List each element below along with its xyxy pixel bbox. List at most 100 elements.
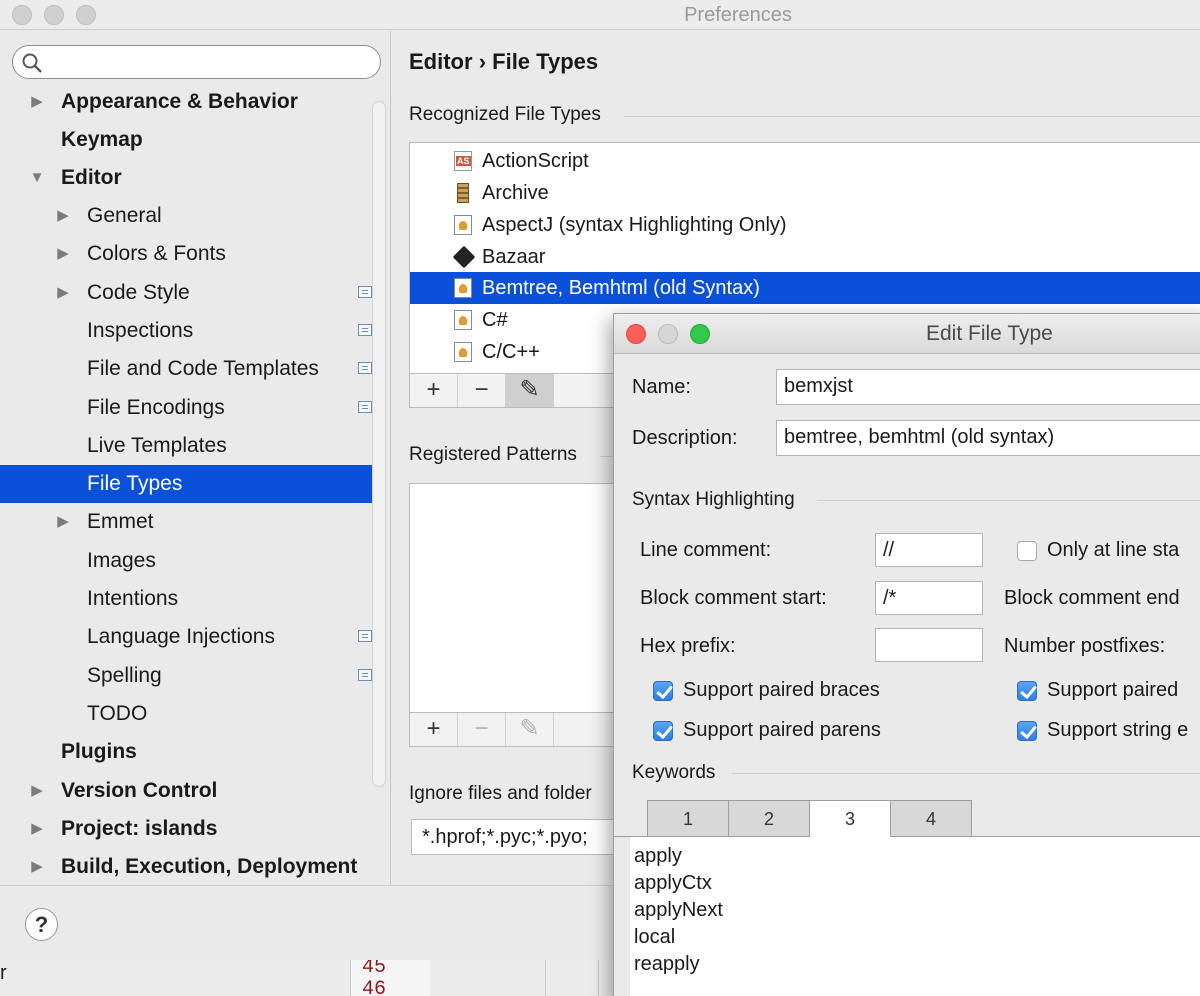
line-comment-field[interactable]: // — [875, 533, 983, 567]
ignore-files-label: Ignore files and folder — [409, 783, 592, 804]
keyword-item[interactable]: local — [634, 926, 675, 949]
breadcrumb-separator: › — [478, 49, 487, 74]
sidebar-item-label: Language Injections — [87, 625, 275, 648]
sidebar-item-emmet[interactable]: ▶ Emmet — [0, 503, 374, 541]
remove-file-type-button[interactable]: − — [458, 374, 506, 407]
registered-patterns-title: Registered Patterns — [409, 444, 577, 465]
breadcrumb: Editor › File Types — [409, 49, 598, 75]
name-field[interactable]: bemxjst — [776, 369, 1200, 405]
sidebar-item-keymap[interactable]: Keymap — [0, 121, 374, 159]
paired-braces-checkbox[interactable] — [653, 681, 673, 701]
sidebar-item-file-types[interactable]: File Types — [0, 465, 374, 503]
sidebar-item-label: Editor — [61, 166, 122, 189]
tab-keywords-1[interactable]: 1 — [647, 800, 729, 837]
list-item[interactable]: ActionScript — [410, 145, 1200, 177]
expand-arrow-icon[interactable]: ▶ — [54, 274, 72, 312]
keyword-item[interactable]: applyNext — [634, 899, 723, 922]
sidebar-item-plugins[interactable]: Plugins — [0, 733, 374, 771]
settings-search-input[interactable] — [12, 45, 381, 79]
sidebar-item-label: Appearance & Behavior — [61, 90, 298, 113]
list-item[interactable]: AspectJ (syntax Highlighting Only) — [410, 209, 1200, 241]
expand-arrow-icon[interactable]: ▶ — [28, 810, 46, 848]
breadcrumb-parent: Editor — [409, 49, 473, 74]
remove-pattern-button[interactable]: − — [458, 713, 506, 746]
only-at-line-start-label: Only at line sta — [1047, 539, 1180, 561]
window-title: Preferences — [684, 4, 792, 26]
edit-pattern-button[interactable]: ✎ — [506, 713, 554, 746]
sidebar-item-editor[interactable]: ▼ Editor — [0, 159, 374, 197]
sidebar-item-appearance[interactable]: ▶ Appearance & Behavior — [0, 83, 374, 121]
custom-file-icon — [454, 215, 472, 235]
sidebar-item-build[interactable]: ▶ Build, Execution, Deployment — [0, 848, 374, 886]
collapse-arrow-icon[interactable]: ▼ — [28, 159, 46, 197]
sidebar-item-colors-fonts[interactable]: ▶ Colors & Fonts — [0, 235, 374, 273]
dialog-titlebar: Edit File Type — [614, 314, 1200, 354]
actionscript-file-icon — [454, 151, 472, 171]
paired-parens-checkbox[interactable] — [653, 721, 673, 741]
file-type-label: ActionScript — [482, 150, 589, 172]
list-item[interactable]: Bazaar — [410, 241, 1200, 273]
zoom-dialog-button[interactable] — [690, 324, 710, 344]
add-file-type-button[interactable]: + — [410, 374, 458, 407]
tab-keywords-4[interactable]: 4 — [890, 800, 972, 837]
tab-keywords-2[interactable]: 2 — [728, 800, 810, 837]
list-item[interactable]: Archive — [410, 177, 1200, 209]
paired-braces-label: Support paired braces — [683, 679, 880, 701]
close-dialog-button[interactable] — [626, 324, 646, 344]
add-pattern-button[interactable]: + — [410, 713, 458, 746]
tab-keywords-3[interactable]: 3 — [809, 800, 891, 838]
sidebar-item-live-templates[interactable]: Live Templates — [0, 427, 374, 465]
sidebar-item-label: Images — [87, 549, 156, 572]
breadcrumb-current: File Types — [492, 49, 599, 74]
only-at-line-start-checkbox[interactable] — [1017, 541, 1037, 561]
help-button[interactable]: ? — [25, 908, 58, 941]
bazaar-icon — [452, 245, 476, 269]
keywords-list[interactable]: apply applyCtx applyNext local reapply — [630, 837, 1200, 996]
minimize-dialog-button[interactable] — [658, 324, 678, 344]
sidebar-item-file-encodings[interactable]: File Encodings — [0, 389, 374, 427]
custom-file-icon — [454, 342, 472, 362]
sidebar-item-label: Project: islands — [61, 817, 218, 840]
sidebar-item-todo[interactable]: TODO — [0, 695, 374, 733]
keyword-item[interactable]: apply — [634, 845, 682, 868]
sidebar-item-code-style[interactable]: ▶ Code Style — [0, 274, 374, 312]
sidebar-item-label: Spelling — [87, 664, 162, 687]
list-item-selected[interactable]: Bemtree, Bemhtml (old Syntax) — [410, 272, 1200, 304]
sidebar-item-version-control[interactable]: ▶ Version Control — [0, 772, 374, 810]
file-type-label: Bazaar — [482, 246, 546, 268]
file-type-label: C# — [482, 309, 508, 331]
edit-file-type-button[interactable]: ✎ — [506, 374, 554, 407]
file-type-label: AspectJ (syntax Highlighting Only) — [482, 214, 787, 236]
expand-arrow-icon[interactable]: ▶ — [28, 772, 46, 810]
sidebar-item-general[interactable]: ▶ General — [0, 197, 374, 235]
sidebar-item-inspections[interactable]: Inspections — [0, 312, 374, 350]
sidebar-item-file-code-templates[interactable]: File and Code Templates — [0, 350, 374, 388]
string-escapes-checkbox[interactable] — [1017, 721, 1037, 741]
keyword-item[interactable]: reapply — [634, 953, 700, 976]
sidebar-item-label: File Types — [87, 472, 183, 495]
window-titlebar: Preferences — [0, 0, 1200, 30]
sidebar-item-label: Emmet — [87, 510, 154, 533]
hex-prefix-field[interactable] — [875, 628, 983, 662]
keywords-title: Keywords — [632, 762, 716, 783]
sidebar-item-intentions[interactable]: Intentions — [0, 580, 374, 618]
block-comment-start-field[interactable]: /* — [875, 581, 983, 615]
sidebar-item-label: Keymap — [61, 128, 143, 151]
sidebar-item-project[interactable]: ▶ Project: islands — [0, 810, 374, 848]
sidebar-item-label: General — [87, 204, 162, 227]
sidebar-item-images[interactable]: Images — [0, 542, 374, 580]
hex-prefix-label: Hex prefix: — [640, 635, 736, 657]
description-field[interactable]: bemtree, bemhtml (old syntax) — [776, 420, 1200, 456]
expand-arrow-icon[interactable]: ▶ — [28, 848, 46, 886]
sidebar-scrollbar[interactable] — [372, 101, 386, 787]
expand-arrow-icon[interactable]: ▶ — [28, 83, 46, 121]
expand-arrow-icon[interactable]: ▶ — [54, 503, 72, 541]
edit-file-type-dialog: Edit File Type Name: bemxjst Description… — [613, 313, 1200, 996]
sidebar-item-spelling[interactable]: Spelling — [0, 657, 374, 695]
expand-arrow-icon[interactable]: ▶ — [54, 235, 72, 273]
keyword-item[interactable]: applyCtx — [634, 872, 712, 895]
search-icon — [22, 53, 42, 73]
paired-brackets-checkbox[interactable] — [1017, 681, 1037, 701]
expand-arrow-icon[interactable]: ▶ — [54, 197, 72, 235]
sidebar-item-language-injections[interactable]: Language Injections — [0, 618, 374, 656]
